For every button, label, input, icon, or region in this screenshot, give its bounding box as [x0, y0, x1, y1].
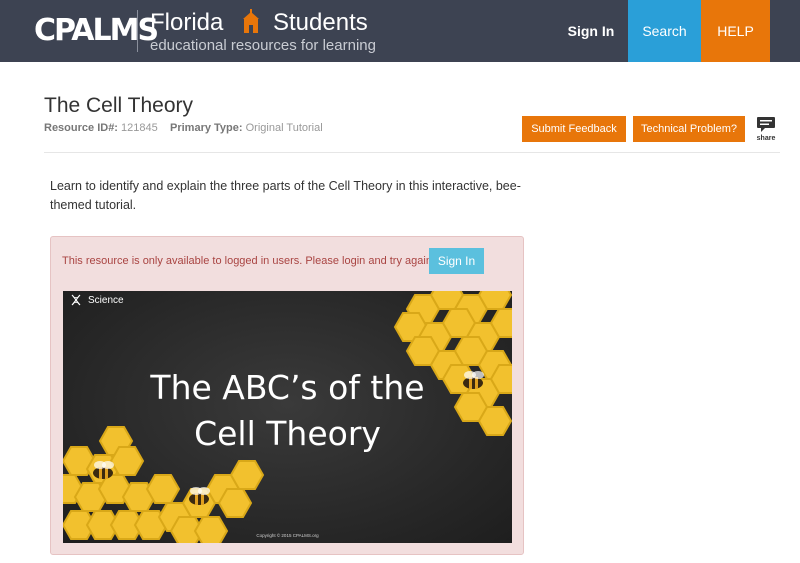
- dna-icon: [71, 294, 81, 306]
- site-header: CPALMS Florida Students educational reso…: [0, 0, 800, 62]
- brand-florida: Florida: [150, 9, 224, 36]
- title-divider: [44, 152, 780, 153]
- technical-problem-button[interactable]: Technical Problem?: [633, 116, 745, 142]
- thumbnail-title-line2: Cell Theory: [194, 414, 381, 453]
- primary-type-value: Original Tutorial: [245, 122, 323, 134]
- resource-id-label: Resource ID#:: [44, 122, 118, 134]
- logo-divider: [137, 10, 138, 52]
- school-building-icon: [243, 9, 259, 33]
- alert-signin-button[interactable]: Sign In: [429, 248, 484, 274]
- share-label: share: [756, 135, 776, 142]
- submit-feedback-button[interactable]: Submit Feedback: [522, 116, 626, 142]
- login-required-alert: This resource is only available to logge…: [50, 236, 524, 555]
- login-required-message: This resource is only available to logge…: [62, 255, 435, 267]
- share-button[interactable]: share: [754, 116, 778, 146]
- bee-icon: [93, 461, 114, 479]
- thumbnail-title-line1: The ABC’s of the: [150, 368, 425, 407]
- page-title: The Cell Theory: [44, 94, 194, 117]
- nav-search-button[interactable]: Search: [628, 0, 701, 62]
- cpalms-logo[interactable]: CPALMS: [34, 14, 159, 48]
- bee-icon: [189, 487, 210, 505]
- thumbnail-title: The ABC’s of the Cell Theory: [63, 365, 512, 457]
- resource-meta: Resource ID#: 121845 Primary Type: Origi…: [44, 121, 323, 135]
- thumbnail-subject: Science: [88, 295, 124, 306]
- primary-type-label: Primary Type:: [170, 122, 243, 134]
- brand-tagline: educational resources for learning: [150, 37, 376, 54]
- nav-signin-link[interactable]: Sign In: [556, 0, 626, 62]
- brand-students: Students: [273, 9, 368, 36]
- brand-title: Florida Students: [150, 9, 368, 37]
- resource-id-value: 121845: [121, 122, 158, 134]
- nav-help-button[interactable]: HELP: [701, 0, 770, 62]
- tutorial-thumbnail: Science The ABC’s of the Cell Theory Cop…: [63, 291, 512, 543]
- speech-bubble-icon: [757, 117, 775, 132]
- resource-description: Learn to identify and explain the three …: [50, 179, 521, 212]
- thumbnail-copyright: Copyright © 2015 CPALMS.org: [256, 533, 319, 538]
